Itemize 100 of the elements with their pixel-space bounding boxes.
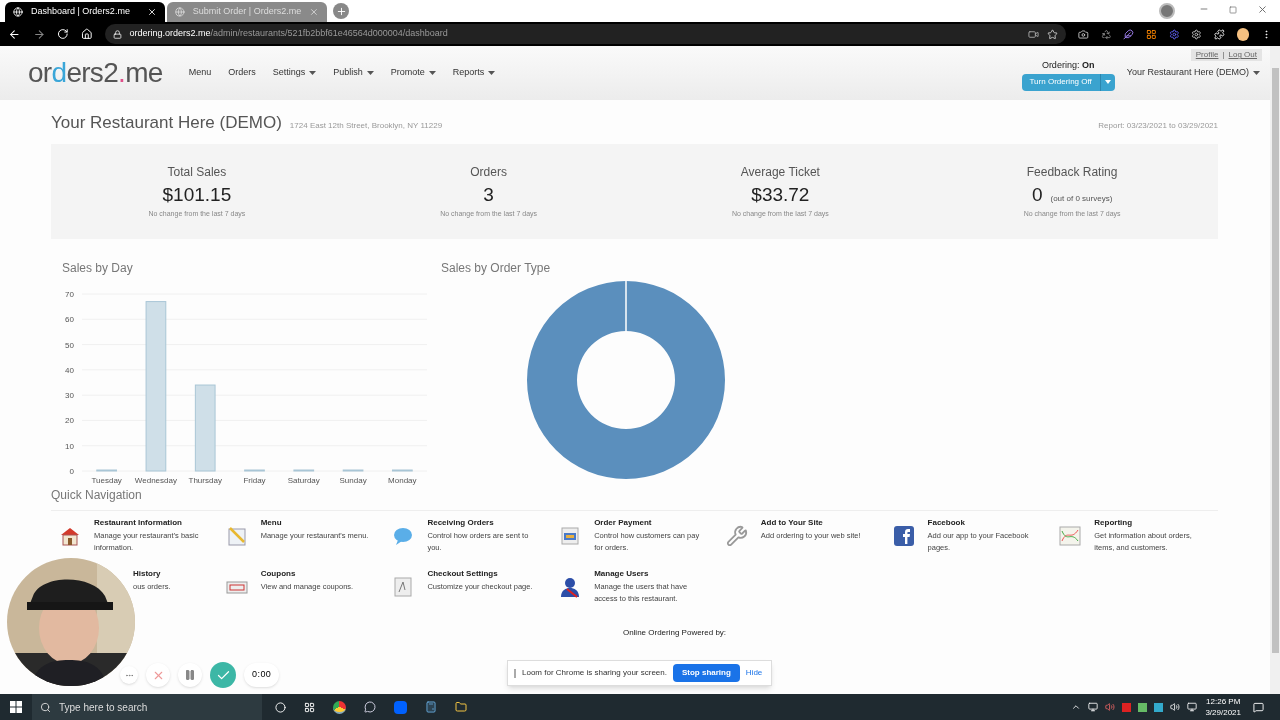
profile-link[interactable]: Profile <box>1195 49 1219 61</box>
taskbar-search-field[interactable]: Type here to search <box>32 694 262 720</box>
avatar[interactable] <box>1236 27 1250 41</box>
caret-icon <box>488 70 496 75</box>
nav-item-title[interactable]: Manage Users <box>594 567 710 580</box>
recycle-icon[interactable] <box>1100 28 1112 40</box>
pause-button[interactable] <box>178 663 202 687</box>
tab-title: Dashboard | Orders2.me <box>31 5 131 19</box>
camera-icon[interactable] <box>1027 28 1039 40</box>
axis-tick-label: 0 <box>69 466 74 476</box>
axis-tick-label: Saturday <box>287 475 320 485</box>
axis-tick-label: Tuesday <box>91 475 122 485</box>
stat-label: Orders <box>470 163 507 181</box>
nav-menu-item[interactable]: Settings <box>272 66 317 80</box>
restaurant-name: Your Restaurant Here (DEMO) <box>51 112 282 134</box>
nav-menu-item[interactable]: Menu <box>188 66 212 80</box>
stat-value: 0 <box>1031 182 1043 207</box>
scrollbar[interactable] <box>1270 46 1280 694</box>
axis-tick-label: 70 <box>65 289 74 299</box>
axis-tick-label: 50 <box>65 340 74 350</box>
nav-menu-item[interactable]: Publish <box>333 66 374 80</box>
bookmark-star-icon[interactable] <box>1046 28 1058 40</box>
close-icon[interactable] <box>147 7 157 17</box>
stop-sharing-button[interactable]: Stop sharing <box>672 664 740 682</box>
search-icon <box>40 701 51 713</box>
extension-icon[interactable] <box>1145 28 1157 40</box>
nav-item-title[interactable]: Receiving Orders <box>427 516 544 529</box>
device-icon[interactable] <box>1088 702 1099 712</box>
forward-icon[interactable] <box>32 27 46 41</box>
caret-icon <box>1253 70 1260 75</box>
browser-tab[interactable]: Dashboard | Orders2.me <box>5 2 165 22</box>
chevron-up-icon[interactable] <box>1071 702 1082 712</box>
puzzle-icon[interactable] <box>1214 28 1225 40</box>
new-tab-button[interactable] <box>333 3 349 19</box>
hide-link[interactable]: Hide <box>745 667 763 679</box>
tab-title: Submit Order | Orders2.me <box>192 5 302 19</box>
timeline-icon[interactable] <box>304 701 315 713</box>
settings-icon[interactable] <box>1191 28 1202 40</box>
caret-icon <box>428 70 436 75</box>
caret-icon <box>309 70 317 75</box>
axis-tick-label: 10 <box>65 441 74 451</box>
windows-logo-icon[interactable] <box>10 701 22 713</box>
feather-icon[interactable] <box>1123 28 1134 40</box>
reload-icon[interactable] <box>57 28 69 40</box>
nav-item-title[interactable]: History <box>133 567 171 580</box>
powered-by-text: Online Ordering Powered by: <box>622 626 727 639</box>
clock-time: 12:26 PM <box>1206 696 1241 707</box>
pause-icon <box>184 669 196 681</box>
axis-tick-label: Sunday <box>339 475 367 485</box>
nav-item-title[interactable]: Restaurant Information <box>94 516 210 529</box>
section-title: Quick Navigation <box>51 486 143 504</box>
address-field[interactable]: ordering.orders2.me/admin/restaurants/521fb2bbf61e46564d000004/dashboard <box>104 24 1066 44</box>
report-range: Report: 03/23/2021 to 03/29/2021 <box>1098 120 1218 132</box>
globe-icon <box>175 7 185 17</box>
axis-tick-label: 60 <box>65 314 74 324</box>
back-icon[interactable] <box>8 27 21 41</box>
axis-tick-label: Wednesday <box>134 475 177 485</box>
notepad-icon <box>225 524 248 547</box>
nav-item-title[interactable]: Menu <box>260 516 369 529</box>
browser-taskbar-icon[interactable] <box>333 700 346 714</box>
restaurant-menu[interactable]: Your Restaurant Here (DEMO) <box>1126 66 1260 80</box>
axis-tick-label: 30 <box>65 390 74 400</box>
plus-icon <box>335 5 347 17</box>
speaker-icon[interactable] <box>1105 702 1116 712</box>
link-separator: | <box>1222 49 1225 61</box>
nav-item-title[interactable]: Coupons <box>260 567 354 580</box>
caret-icon <box>366 70 374 75</box>
nav-menu-item[interactable]: Orders <box>228 66 256 80</box>
volume-icon[interactable] <box>1170 702 1181 712</box>
home-icon[interactable] <box>80 28 93 40</box>
nav-item-title[interactable]: Checkout Settings <box>427 567 533 580</box>
stat-label: Average Ticket <box>740 163 820 181</box>
camera-icon[interactable] <box>1077 28 1089 40</box>
lock-icon <box>112 29 122 39</box>
nav-item-title[interactable]: Order Payment <box>594 516 710 529</box>
url-text: ordering.orders2.me/admin/restaurants/521fb2bbf61e46564d000004/dashboard <box>129 27 449 41</box>
log-out-link[interactable]: Log Out <box>1228 49 1257 61</box>
document-icon <box>392 575 415 598</box>
restaurant-address: 1724 East 12th Street, Brooklyn, NY 11229 <box>289 120 443 132</box>
nav-menu-item[interactable]: Reports <box>452 66 496 80</box>
clock-date: 3/29/2021 <box>1205 707 1241 718</box>
chart-title: Sales by Order Type <box>441 259 552 277</box>
ordering-status: Ordering: On <box>1041 59 1095 73</box>
nav-item-title[interactable]: Reporting <box>1094 516 1210 529</box>
wrench-icon <box>725 524 748 547</box>
profile-dropdown-icon[interactable] <box>1159 3 1175 19</box>
axis-tick-label: Thursday <box>188 475 222 485</box>
notification-icon[interactable] <box>1253 701 1264 713</box>
task-view-icon[interactable] <box>275 701 286 713</box>
user-icon <box>559 575 582 598</box>
line-graph-icon <box>1059 524 1082 547</box>
axis-tick-label: 20 <box>65 415 74 425</box>
nav-menu-item[interactable]: Promote <box>390 66 436 80</box>
stat-value: 3 <box>483 182 494 207</box>
chat-icon[interactable] <box>364 701 376 713</box>
stat-label: Total Sales <box>167 163 227 181</box>
stat-value: $101.15 <box>162 182 232 207</box>
folder-icon[interactable] <box>455 701 467 713</box>
nav-item-title[interactable]: Add to Your Site <box>760 516 861 529</box>
nav-item-title[interactable]: Facebook <box>927 516 1044 529</box>
